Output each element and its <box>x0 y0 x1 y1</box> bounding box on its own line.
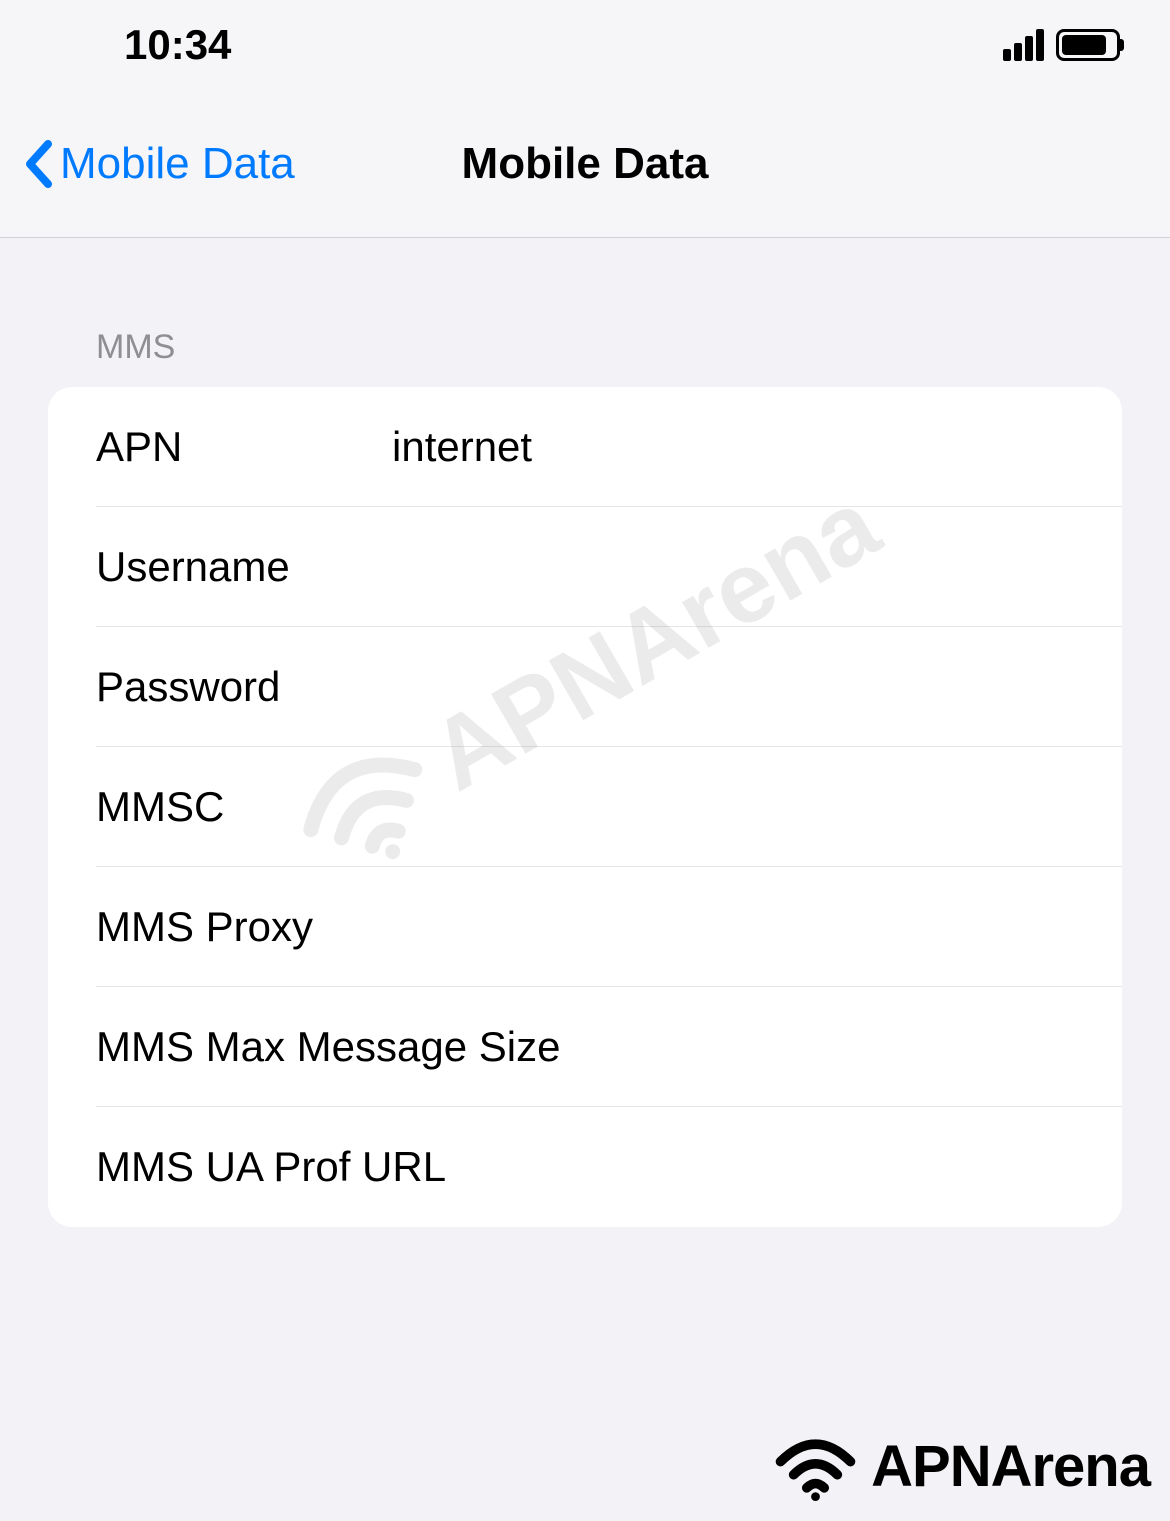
battery-icon <box>1056 29 1120 61</box>
username-label: Username <box>96 543 392 591</box>
apn-label: APN <box>96 423 392 471</box>
mms-ua-prof-url-row[interactable]: MMS UA Prof URL <box>48 1107 1122 1227</box>
content: MMS APN Username Password MMSC MMS Proxy <box>0 238 1170 1227</box>
mmsc-row[interactable]: MMSC <box>48 747 1122 867</box>
back-label: Mobile Data <box>60 139 295 189</box>
watermark-bottom: APNArena <box>768 1431 1150 1501</box>
password-input[interactable] <box>392 663 1122 711</box>
mms-max-size-label: MMS Max Message Size <box>96 1023 1122 1071</box>
page-title: Mobile Data <box>462 139 709 189</box>
status-indicators <box>1003 29 1120 61</box>
apn-input[interactable] <box>392 423 1122 471</box>
status-time: 10:34 <box>124 21 231 69</box>
mms-ua-prof-url-label: MMS UA Prof URL <box>96 1143 1122 1191</box>
settings-group: APN Username Password MMSC MMS Proxy MMS… <box>48 387 1122 1227</box>
section-header: MMS <box>48 238 1122 387</box>
chevron-left-icon <box>24 140 52 188</box>
status-bar: 10:34 <box>0 0 1170 90</box>
username-input[interactable] <box>392 543 1122 591</box>
apn-row[interactable]: APN <box>48 387 1122 507</box>
nav-bar: Mobile Data Mobile Data <box>0 90 1170 238</box>
password-row[interactable]: Password <box>48 627 1122 747</box>
mmsc-input[interactable] <box>392 783 1122 831</box>
username-row[interactable]: Username <box>48 507 1122 627</box>
mmsc-label: MMSC <box>96 783 392 831</box>
back-button[interactable]: Mobile Data <box>24 139 295 189</box>
cellular-signal-icon <box>1003 29 1044 61</box>
mms-max-size-row[interactable]: MMS Max Message Size <box>48 987 1122 1107</box>
mms-proxy-input[interactable] <box>392 903 1122 951</box>
mms-proxy-label: MMS Proxy <box>96 903 392 951</box>
watermark-text: APNArena <box>871 1433 1150 1500</box>
password-label: Password <box>96 663 392 711</box>
wifi-icon <box>768 1431 863 1501</box>
mms-proxy-row[interactable]: MMS Proxy <box>48 867 1122 987</box>
